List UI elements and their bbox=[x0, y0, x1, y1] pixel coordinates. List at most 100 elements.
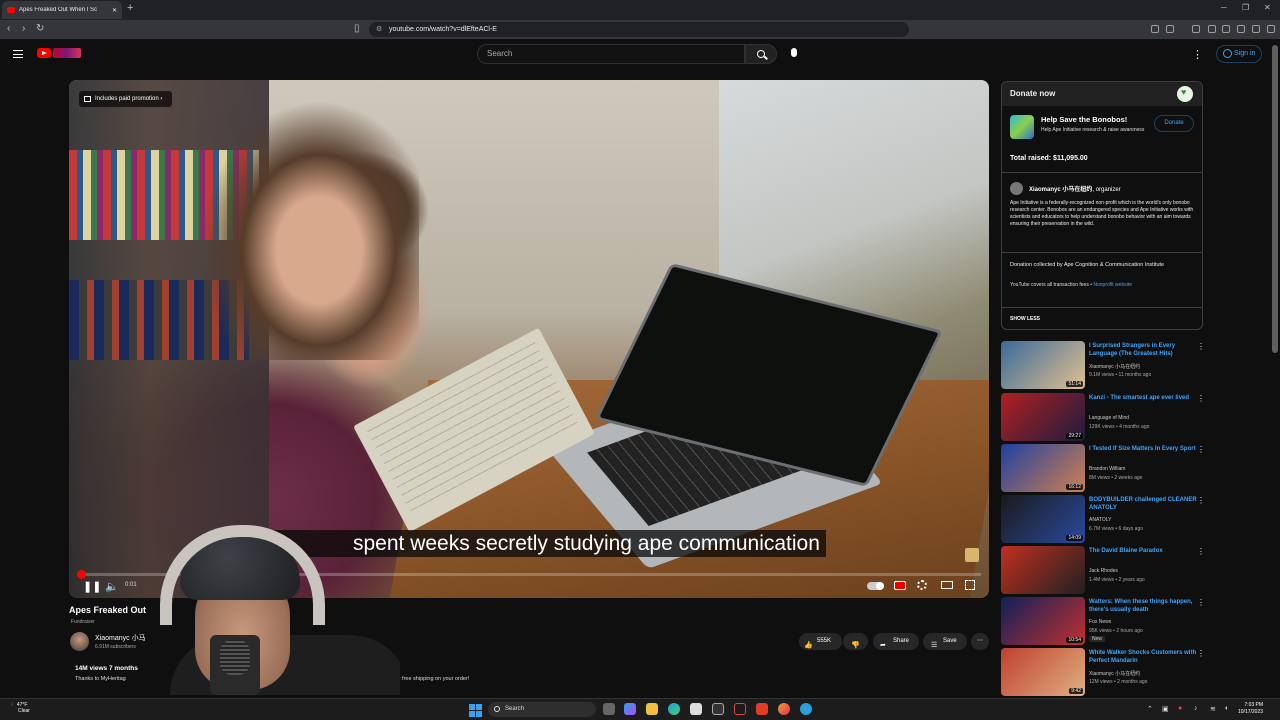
more-options-icon[interactable]: ⋮ bbox=[1192, 48, 1203, 61]
telegram-icon[interactable] bbox=[800, 703, 812, 715]
channel-watermark-icon[interactable] bbox=[965, 548, 979, 562]
hamburger-menu-icon[interactable] bbox=[13, 50, 23, 58]
captions-icon[interactable] bbox=[894, 581, 906, 590]
reload-icon[interactable]: ↻ bbox=[36, 23, 44, 34]
file-explorer-icon[interactable] bbox=[646, 703, 658, 715]
brave-browser-icon[interactable] bbox=[756, 703, 768, 715]
system-clock[interactable]: 7:03 PM 10/17/2023 bbox=[1238, 702, 1263, 716]
fundraiser-badge[interactable]: Fundraiser bbox=[71, 619, 95, 625]
recommended-video[interactable]: 14:09 BODYBUILDER challenged CLEANER ANA… bbox=[1001, 495, 1206, 545]
search-input[interactable]: Search bbox=[477, 44, 745, 64]
minimize-icon[interactable]: ─ bbox=[1221, 3, 1227, 12]
tray-app-icon[interactable]: ● bbox=[1178, 705, 1182, 712]
paid-promotion-badge[interactable]: Includes paid promotion › bbox=[79, 91, 173, 107]
more-options-icon[interactable]: ⋮ bbox=[1197, 445, 1205, 454]
tray-app-icon[interactable]: ▣ bbox=[1162, 705, 1169, 713]
sign-in-button[interactable]: Sign in bbox=[1216, 45, 1262, 63]
recommended-video[interactable]: 29:27 Kanzi - The smartest ape ever live… bbox=[1001, 393, 1206, 443]
more-actions-button[interactable]: ⋯ bbox=[971, 633, 989, 650]
volume-tray-icon[interactable]: ◖ bbox=[1224, 705, 1228, 712]
video-thumbnail[interactable]: 29:27 bbox=[1001, 393, 1085, 441]
page-scrollbar[interactable] bbox=[1272, 45, 1278, 353]
site-info-icon[interactable]: ⚙ bbox=[376, 22, 382, 37]
address-bar[interactable]: ⚙ youtube.com/watch?v=dlEfteACl-E bbox=[369, 22, 909, 37]
video-thumbnail[interactable]: 16:12 bbox=[1001, 444, 1085, 492]
video-thumbnail[interactable]: 14:09 bbox=[1001, 495, 1085, 543]
app-icon[interactable] bbox=[712, 703, 724, 715]
recommended-channel[interactable]: Brandon William bbox=[1089, 466, 1125, 472]
recommended-title[interactable]: Watters: When these things happen, there… bbox=[1089, 598, 1197, 614]
recommended-video[interactable]: 10:54 Watters: When these things happen,… bbox=[1001, 597, 1206, 647]
video-thumbnail[interactable] bbox=[1001, 546, 1085, 594]
extension-icon[interactable] bbox=[1151, 25, 1159, 33]
scrubber-handle[interactable] bbox=[77, 570, 86, 579]
autoplay-toggle[interactable] bbox=[867, 582, 884, 590]
extension-icon[interactable] bbox=[1252, 25, 1260, 33]
app-icon[interactable] bbox=[778, 703, 790, 715]
search-button[interactable] bbox=[745, 44, 777, 64]
recommended-title[interactable]: BODYBUILDER challenged CLEANER ANATOLY bbox=[1089, 496, 1197, 512]
copilot-icon[interactable] bbox=[624, 703, 636, 715]
recommended-channel[interactable]: Jack Rhodes bbox=[1089, 568, 1118, 574]
more-options-icon[interactable]: ⋮ bbox=[1197, 394, 1205, 403]
microphone-icon[interactable] bbox=[791, 48, 797, 57]
recommended-title[interactable]: White Walker Shocks Customers with Perfe… bbox=[1089, 649, 1197, 665]
theater-mode-icon[interactable] bbox=[941, 581, 953, 589]
video-thumbnail[interactable]: 51:14 bbox=[1001, 341, 1085, 389]
fullscreen-icon[interactable] bbox=[965, 580, 975, 590]
close-window-icon[interactable]: ✕ bbox=[1264, 3, 1271, 12]
extension-icon[interactable] bbox=[1192, 25, 1200, 33]
dislike-button[interactable]: 👎 bbox=[843, 633, 868, 650]
recommended-channel[interactable]: Fox News bbox=[1089, 619, 1111, 625]
wifi-icon[interactable]: ≋ bbox=[1210, 705, 1216, 713]
browser-tab[interactable]: Apes Freaked Out When I Sc ✕ bbox=[2, 1, 122, 19]
save-button[interactable]: ☰ Save bbox=[923, 633, 967, 650]
share-button[interactable]: ➦ Share bbox=[873, 633, 919, 650]
donate-button[interactable]: Donate bbox=[1154, 115, 1194, 132]
recommended-channel[interactable]: Xiaomanyc 小马在纽约 bbox=[1089, 670, 1140, 677]
recommended-channel[interactable]: ANATOLY bbox=[1089, 517, 1112, 523]
store-icon[interactable] bbox=[690, 703, 702, 715]
video-thumbnail[interactable]: 10:54 bbox=[1001, 597, 1085, 645]
extension-icon[interactable] bbox=[1237, 25, 1245, 33]
extension-icon[interactable] bbox=[1166, 25, 1174, 33]
channel-avatar[interactable] bbox=[70, 632, 89, 651]
forward-icon[interactable]: › bbox=[22, 23, 25, 34]
edge-icon[interactable] bbox=[668, 703, 680, 715]
bookmark-icon[interactable]: ▯ bbox=[354, 23, 360, 34]
like-button[interactable]: 👍 555K bbox=[799, 633, 842, 650]
recommended-video[interactable]: 9:42 White Walker Shocks Customers with … bbox=[1001, 648, 1206, 698]
start-button[interactable] bbox=[467, 702, 483, 718]
recommended-video[interactable]: The David Blaine Paradox Jack Rhodes 1.4… bbox=[1001, 546, 1206, 596]
app-icon[interactable] bbox=[734, 703, 746, 715]
pause-icon[interactable]: ❚❚ bbox=[83, 580, 101, 593]
nonprofit-website-link[interactable]: Nonprofit website bbox=[1093, 282, 1132, 288]
recommended-channel[interactable]: Language of Mind bbox=[1089, 415, 1129, 421]
recommended-title[interactable]: Kanzi - The smartest ape ever lived bbox=[1089, 394, 1197, 402]
video-thumbnail[interactable]: 9:42 bbox=[1001, 648, 1085, 696]
mic-tray-icon[interactable]: ♪ bbox=[1194, 705, 1198, 712]
more-options-icon[interactable]: ⋮ bbox=[1197, 598, 1205, 607]
back-icon[interactable]: ‹ bbox=[7, 23, 10, 34]
taskbar-search[interactable]: Search bbox=[488, 702, 596, 717]
recommended-title[interactable]: The David Blaine Paradox bbox=[1089, 547, 1197, 555]
youtube-doodle-logo[interactable] bbox=[53, 48, 81, 58]
recommended-video[interactable]: 16:12 I Tested If Size Matters In Every … bbox=[1001, 444, 1206, 494]
recommended-title[interactable]: I Tested If Size Matters In Every Sport bbox=[1089, 445, 1197, 453]
more-options-icon[interactable]: ⋮ bbox=[1197, 342, 1205, 351]
recommended-title[interactable]: I Surprised Strangers in Every Language … bbox=[1089, 342, 1197, 358]
menu-icon[interactable] bbox=[1267, 25, 1275, 33]
restore-icon[interactable]: ❐ bbox=[1242, 3, 1249, 12]
recommended-channel[interactable]: Xiaomanyc 小马在纽约 bbox=[1089, 363, 1140, 370]
show-less-button[interactable]: SHOW LESS bbox=[1010, 316, 1040, 322]
new-tab-button[interactable]: + bbox=[127, 2, 133, 14]
more-options-icon[interactable]: ⋮ bbox=[1197, 547, 1205, 556]
more-options-icon[interactable]: ⋮ bbox=[1197, 496, 1205, 505]
extension-icon[interactable] bbox=[1222, 25, 1230, 33]
tray-overflow-icon[interactable]: ⌃ bbox=[1147, 705, 1153, 713]
recommended-video[interactable]: 51:14 I Surprised Strangers in Every Lan… bbox=[1001, 341, 1206, 391]
weather-widget[interactable]: ☾ 47°F Clear bbox=[11, 702, 30, 714]
volume-icon[interactable]: 🔈 bbox=[105, 580, 119, 593]
more-options-icon[interactable]: ⋮ bbox=[1197, 649, 1205, 658]
extension-icon[interactable] bbox=[1208, 25, 1216, 33]
